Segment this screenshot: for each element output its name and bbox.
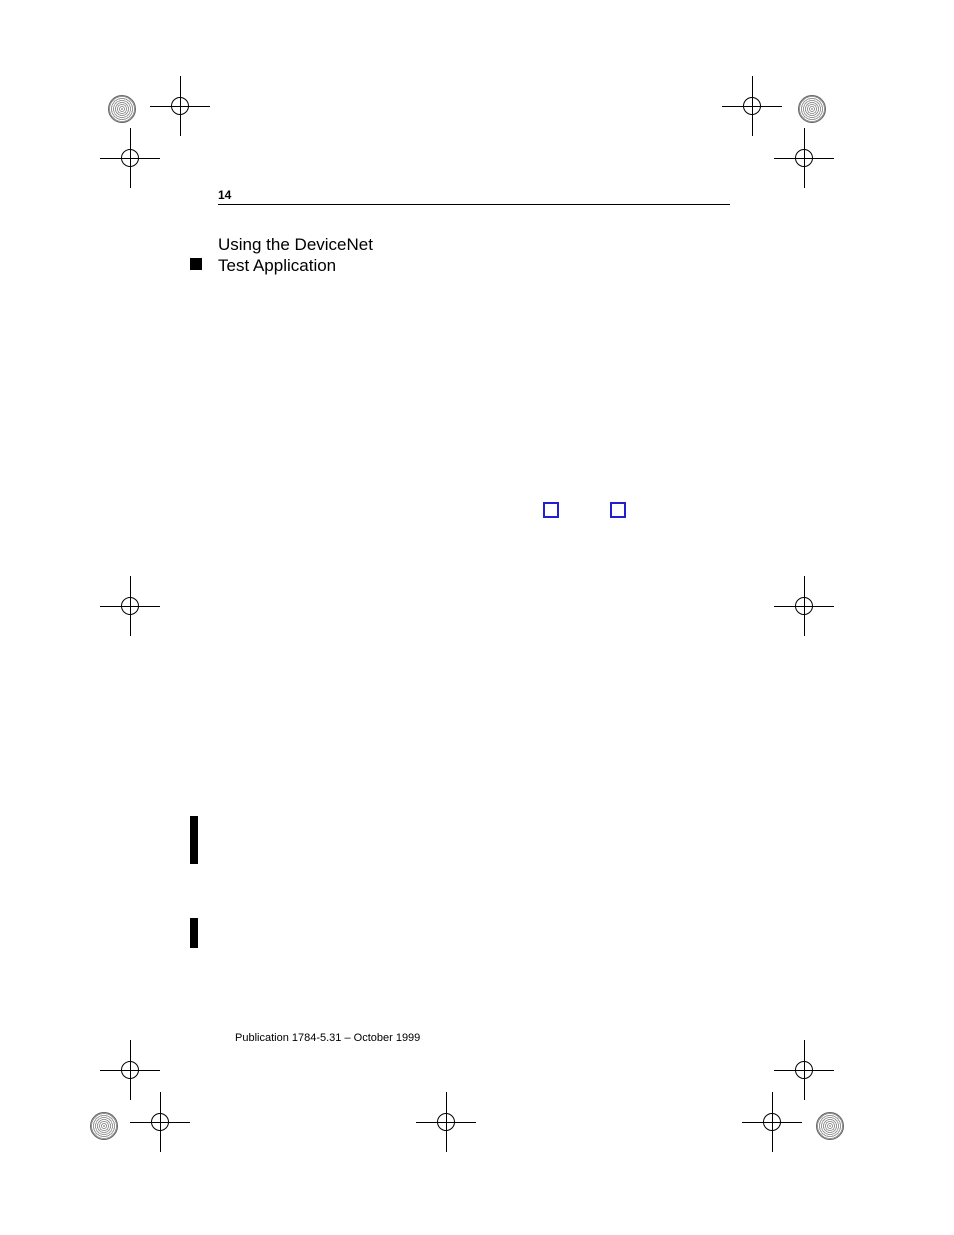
page-number: 14 bbox=[218, 188, 231, 202]
header-rule bbox=[218, 204, 730, 205]
revision-bar bbox=[190, 816, 198, 864]
publication-footer: Publication 1784-5.31 – October 1999 bbox=[235, 1032, 420, 1044]
heading-marker-icon bbox=[190, 258, 202, 270]
revision-bar bbox=[190, 918, 198, 948]
reference-link-box[interactable] bbox=[610, 502, 626, 518]
reference-link-box[interactable] bbox=[543, 502, 559, 518]
heading-line-2: Test Application bbox=[218, 255, 373, 276]
section-heading: Using the DeviceNet Test Application bbox=[218, 234, 373, 277]
heading-line-1: Using the DeviceNet bbox=[218, 234, 373, 255]
